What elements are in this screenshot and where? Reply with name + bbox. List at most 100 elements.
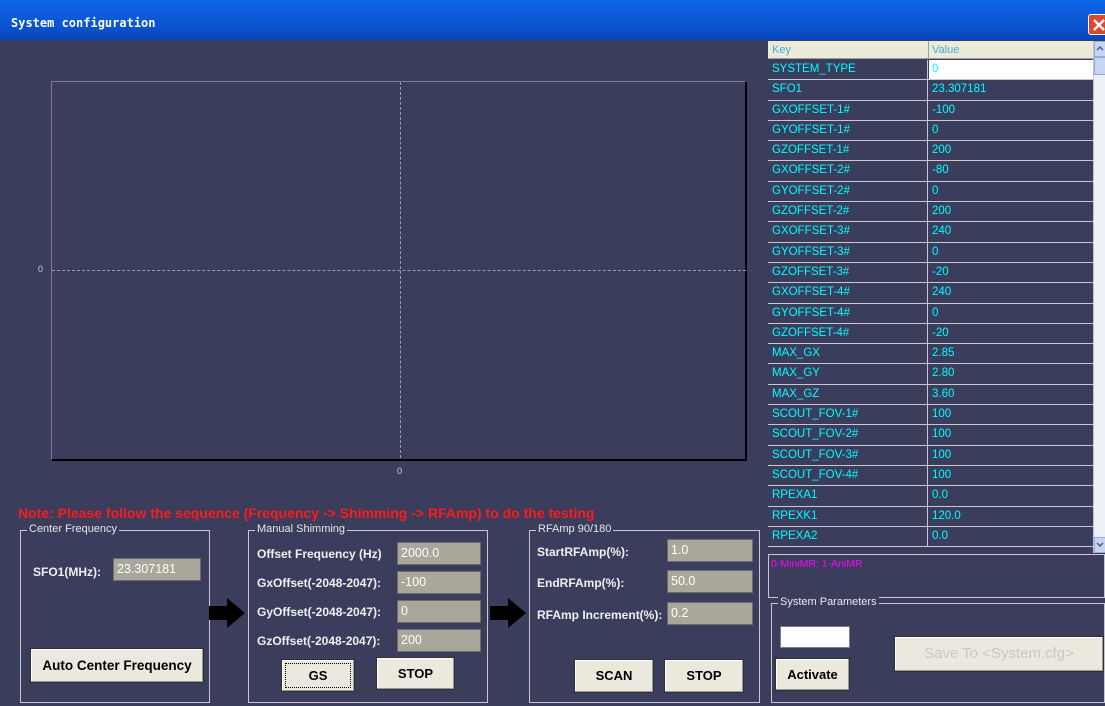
system-parameters-legend: System Parameters — [778, 596, 879, 608]
offset-frequency-field[interactable]: 2000.0 — [397, 542, 481, 565]
gx-offset-field[interactable]: -100 — [397, 571, 481, 594]
table-row[interactable]: GYOFFSET-4# 0 — [768, 303, 1093, 324]
row-key: RPEXA1 — [768, 486, 928, 506]
table-row[interactable]: MAX_GZ 3.60 — [768, 384, 1093, 406]
table-row[interactable]: SCOUT_FOV-3# 100 — [768, 445, 1093, 466]
table-row[interactable]: RPEXA1 0.0 — [768, 486, 1093, 507]
row-value[interactable]: 0.0 — [929, 486, 1093, 505]
row-value[interactable]: -80 — [929, 161, 1093, 180]
gz-offset-label: GzOffset(-2048-2047): — [257, 634, 381, 648]
table-row[interactable]: SYSTEM_TYPE 0 — [768, 60, 1093, 81]
row-key: GYOFFSET-2# — [768, 181, 928, 202]
center-frequency-legend: Center Frequency — [27, 523, 120, 535]
manual-shimming-group: Manual Shimming Offset Frequency (Hz) 20… — [248, 523, 488, 703]
table-row[interactable]: GXOFFSET-3# 240 — [768, 222, 1093, 243]
row-value[interactable]: 23.307181 — [929, 80, 1093, 99]
row-value[interactable]: 2.80 — [929, 364, 1093, 383]
grid-body: SYSTEM_TYPE 0 SFO1 23.307181 GXOFFSET-1# -100… — [768, 60, 1093, 548]
row-value[interactable]: 0 — [929, 121, 1093, 140]
chevron-down-icon — [1096, 542, 1104, 548]
gy-offset-field[interactable]: 0 — [397, 600, 481, 623]
row-value[interactable]: -20 — [929, 324, 1093, 343]
rfamp-stop-button[interactable]: STOP — [664, 659, 744, 693]
row-value[interactable]: 200 — [929, 141, 1093, 160]
table-row[interactable]: GZOFFSET-1# 200 — [768, 141, 1093, 162]
save-system-cfg-button[interactable]: Save To <System.cfg> — [894, 636, 1104, 672]
start-rfamp-label: StartRFAmp(%): — [537, 545, 629, 559]
row-value[interactable]: 0 — [929, 182, 1093, 201]
row-value[interactable]: -20 — [929, 263, 1093, 282]
table-row[interactable]: GYOFFSET-2# 0 — [768, 181, 1093, 203]
config-grid[interactable]: Key Value SYSTEM_TYPE 0 SFO1 23.307181 GXOFF… — [768, 41, 1105, 553]
row-value[interactable]: 0 — [929, 304, 1093, 323]
table-row[interactable]: MAX_GY 2.80 — [768, 364, 1093, 385]
row-value[interactable]: 0 — [929, 60, 1093, 80]
table-row[interactable]: GXOFFSET-4# 240 — [768, 283, 1093, 304]
row-value[interactable]: 2.85 — [929, 344, 1093, 363]
table-row[interactable]: GYOFFSET-3# 0 — [768, 242, 1093, 263]
row-key: GZOFFSET-2# — [768, 202, 928, 222]
system-parameter-input[interactable] — [780, 626, 850, 648]
table-row[interactable]: GZOFFSET-2# 200 — [768, 202, 1093, 223]
row-key: SYSTEM_TYPE — [768, 60, 928, 80]
table-row[interactable]: SFO1 23.307181 — [768, 80, 1093, 101]
header-key: Key — [772, 44, 791, 56]
arrow-right-icon — [209, 598, 245, 628]
sfo1-field[interactable]: 23.307181 — [113, 558, 201, 581]
center-frequency-group: Center Frequency SFO1(MHz): 23.307181 Au… — [20, 523, 210, 703]
table-row[interactable]: RPEXK1 120.0 — [768, 506, 1093, 527]
row-key: SCOUT_FOV-1# — [768, 405, 928, 425]
table-row[interactable]: SCOUT_FOV-4# 100 — [768, 465, 1093, 487]
table-row[interactable]: SCOUT_FOV-1# 100 — [768, 405, 1093, 426]
offset-frequency-label: Offset Frequency (Hz) — [257, 547, 382, 561]
row-key: GZOFFSET-3# — [768, 262, 928, 283]
plot-x-tick: 0 — [397, 466, 403, 476]
end-rfamp-field[interactable]: 50.0 — [667, 570, 753, 593]
row-key: GXOFFSET-2# — [768, 161, 928, 181]
row-value[interactable]: 100 — [929, 425, 1093, 444]
row-value[interactable]: 100 — [929, 405, 1093, 424]
row-value[interactable]: 240 — [929, 222, 1093, 241]
shimming-stop-button[interactable]: STOP — [376, 657, 455, 690]
title-bar: System configuration — [0, 0, 1105, 40]
grid-scrollbar[interactable] — [1093, 41, 1105, 553]
rfamp-increment-label: RFAmp Increment(%): — [537, 608, 663, 622]
row-value[interactable]: 120.0 — [929, 507, 1093, 526]
row-key: GXOFFSET-1# — [768, 100, 928, 120]
table-row[interactable]: MAX_GX 2.85 — [768, 344, 1093, 365]
table-row[interactable]: GYOFFSET-1# 0 — [768, 120, 1093, 142]
scroll-thumb[interactable] — [1094, 57, 1105, 75]
system-parameters-group: System Parameters Activate Save To <Syst… — [771, 596, 1105, 703]
gs-button[interactable]: GS — [281, 659, 355, 692]
activate-button[interactable]: Activate — [775, 658, 850, 691]
table-row[interactable]: GXOFFSET-1# -100 — [768, 100, 1093, 121]
row-value[interactable]: 0.0 — [929, 527, 1093, 546]
scan-button[interactable]: SCAN — [574, 659, 654, 693]
table-row[interactable]: GZOFFSET-4# -20 — [768, 323, 1093, 345]
gy-offset-label: GyOffset(-2048-2047): — [257, 605, 382, 619]
row-key: GYOFFSET-1# — [768, 120, 928, 141]
row-value[interactable]: 0 — [929, 243, 1093, 262]
row-value[interactable]: 100 — [929, 466, 1093, 485]
row-value[interactable]: -100 — [929, 101, 1093, 120]
gz-offset-field[interactable]: 200 — [397, 629, 481, 652]
row-key: RPEXK1 — [768, 506, 928, 526]
scroll-down-button[interactable] — [1094, 537, 1105, 553]
row-key: SCOUT_FOV-2# — [768, 425, 928, 445]
table-row[interactable]: GXOFFSET-2# -80 — [768, 161, 1093, 182]
rfamp-increment-field[interactable]: 0.2 — [667, 602, 753, 625]
grid-description: 0-MiniMR; 1-AniMR — [771, 558, 863, 570]
row-value[interactable]: 3.60 — [929, 385, 1093, 404]
start-rfamp-field[interactable]: 1.0 — [667, 539, 753, 562]
scroll-up-button[interactable] — [1094, 41, 1105, 57]
auto-center-frequency-button[interactable]: Auto Center Frequency — [30, 648, 204, 683]
plot-horizontal-axis — [52, 270, 746, 271]
row-key: GZOFFSET-4# — [768, 323, 928, 344]
table-row[interactable]: GZOFFSET-3# -20 — [768, 262, 1093, 284]
close-button[interactable] — [1088, 14, 1105, 35]
table-row[interactable]: RPEXA2 0.0 — [768, 526, 1093, 548]
table-row[interactable]: SCOUT_FOV-2# 100 — [768, 425, 1093, 446]
row-value[interactable]: 100 — [929, 446, 1093, 465]
row-value[interactable]: 200 — [929, 202, 1093, 221]
row-value[interactable]: 240 — [929, 283, 1093, 302]
